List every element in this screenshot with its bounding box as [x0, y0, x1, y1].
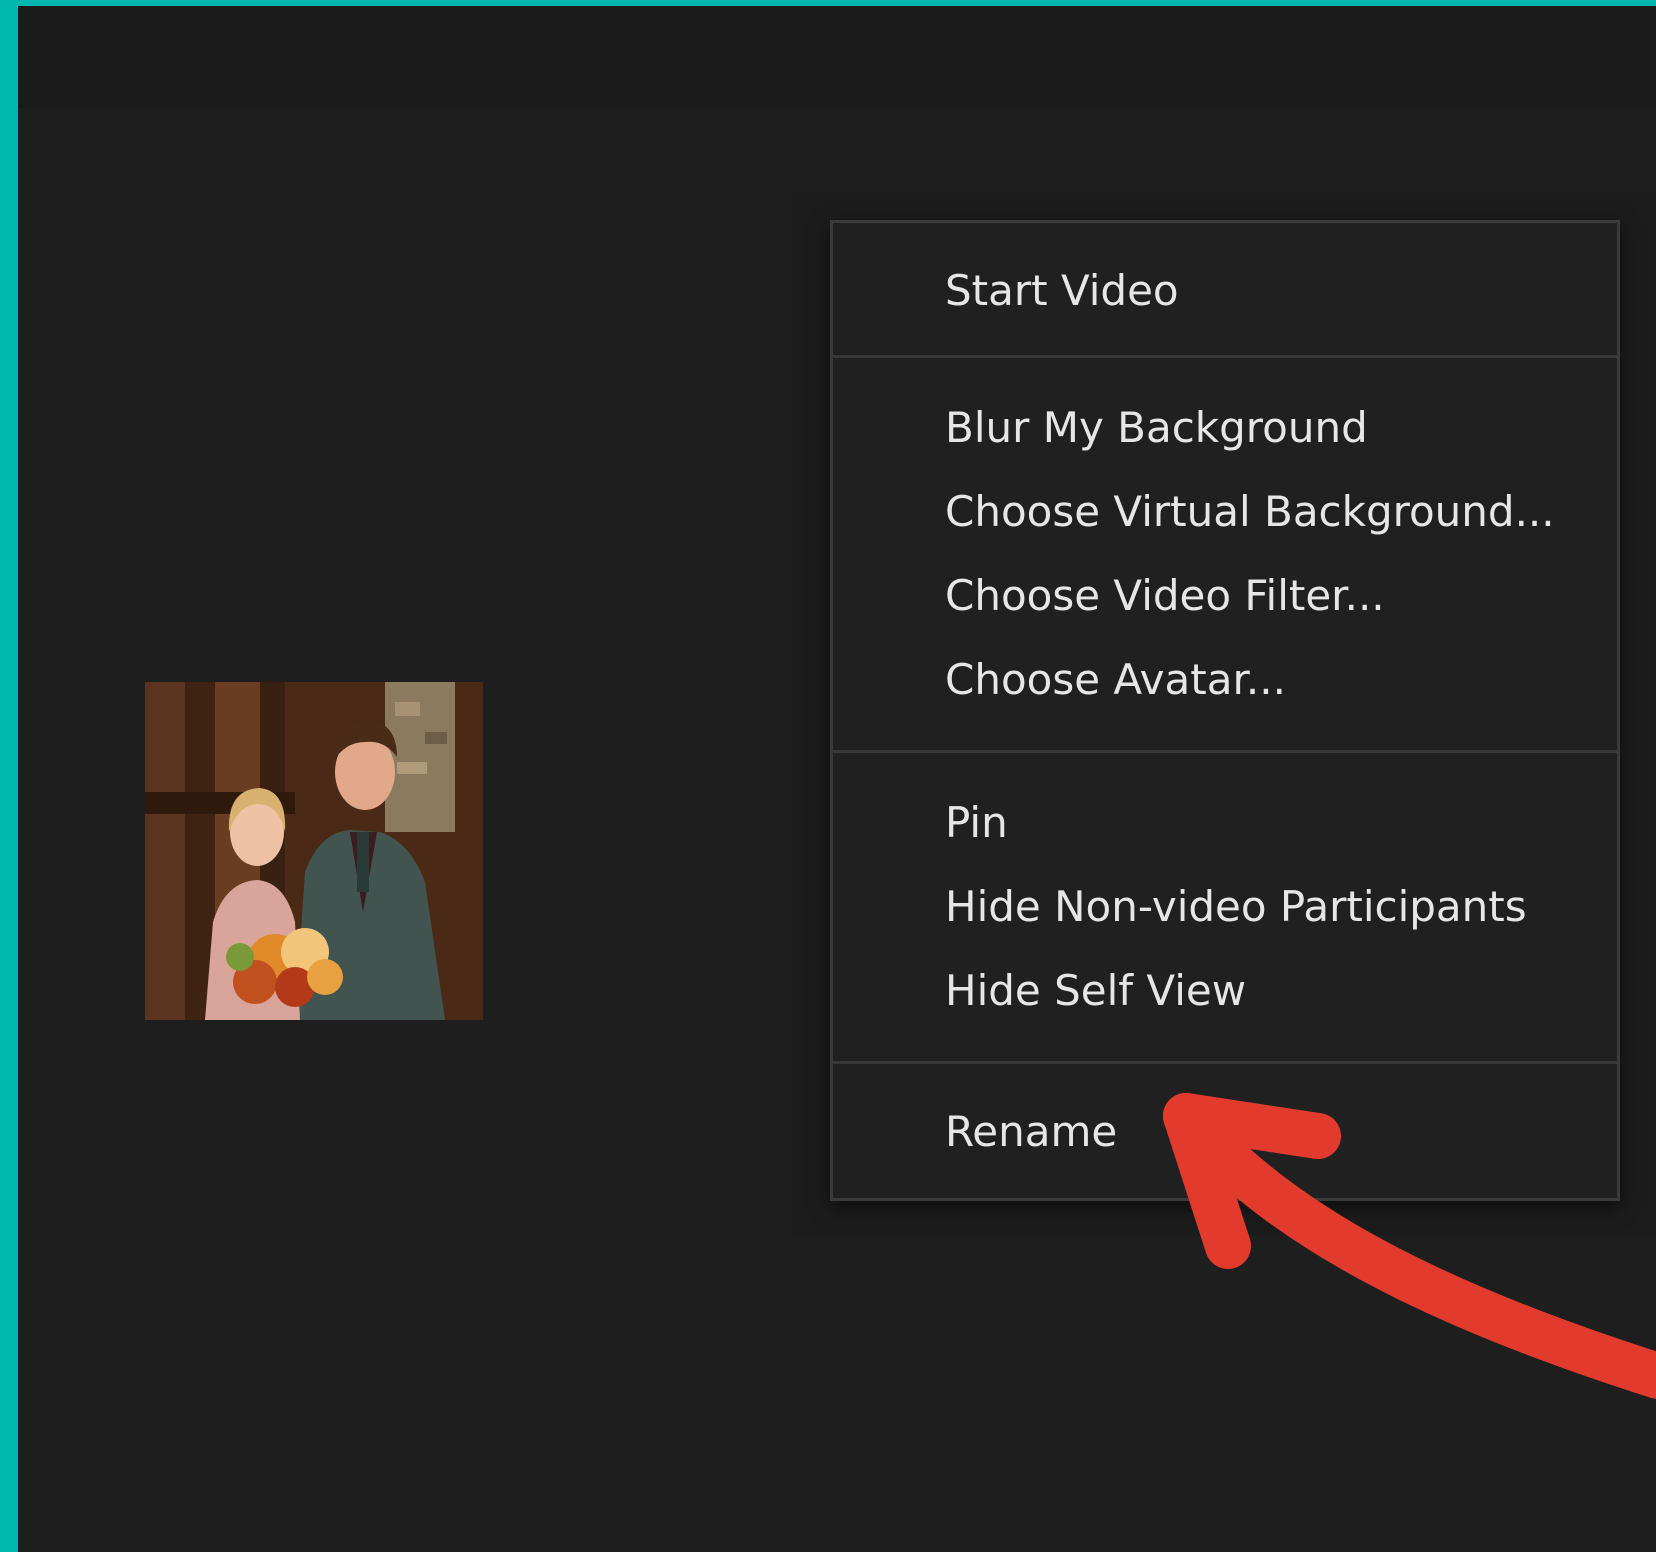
- menu-item-video-filter[interactable]: Choose Video Filter...: [833, 554, 1617, 638]
- meeting-window: Start Video Blur My Background Choose Vi…: [18, 6, 1656, 1552]
- top-toolbar: [18, 6, 1656, 108]
- menu-item-pin[interactable]: Pin: [833, 781, 1617, 865]
- menu-group-rename: Rename: [833, 1061, 1617, 1198]
- context-menu: Start Video Blur My Background Choose Vi…: [830, 220, 1620, 1201]
- menu-item-hide-non-video[interactable]: Hide Non-video Participants: [833, 865, 1617, 949]
- menu-group-video: Start Video: [833, 223, 1617, 355]
- menu-item-hide-self-view[interactable]: Hide Self View: [833, 949, 1617, 1033]
- menu-item-blur-background[interactable]: Blur My Background: [833, 386, 1617, 470]
- menu-item-choose-avatar[interactable]: Choose Avatar...: [833, 638, 1617, 722]
- menu-item-virtual-background[interactable]: Choose Virtual Background...: [833, 470, 1617, 554]
- menu-item-start-video[interactable]: Start Video: [833, 249, 1617, 333]
- menu-item-rename[interactable]: Rename: [833, 1090, 1617, 1174]
- menu-group-view: Pin Hide Non-video Participants Hide Sel…: [833, 750, 1617, 1061]
- participant-photo[interactable]: [145, 682, 483, 1020]
- menu-group-background: Blur My Background Choose Virtual Backgr…: [833, 355, 1617, 750]
- participant-avatar-image: [145, 682, 483, 1020]
